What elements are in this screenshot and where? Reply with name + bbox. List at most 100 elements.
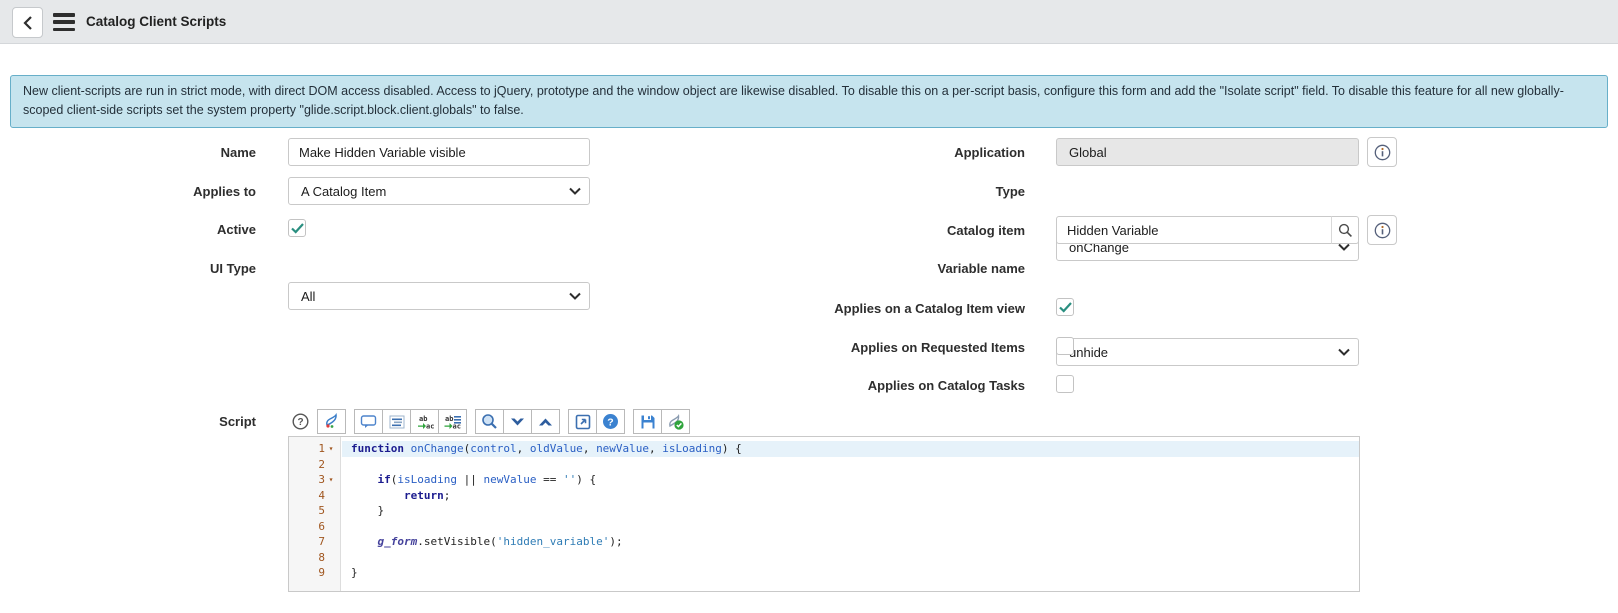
code-token: ||	[463, 473, 477, 486]
editor-code[interactable]: function onChange(control, oldValue, new…	[342, 437, 1359, 591]
code-token: ''	[562, 473, 577, 486]
code-line[interactable]	[342, 519, 1359, 535]
applies-to-select[interactable]: A Catalog Item	[288, 177, 590, 205]
context-menu-icon[interactable]	[53, 13, 75, 31]
chevron-left-icon	[22, 15, 32, 30]
popout-icon	[575, 414, 590, 429]
applies-catalog-item-view-checkbox[interactable]	[1056, 298, 1074, 316]
script-label: Script	[219, 414, 256, 429]
gutter-line[interactable]: 3 ▾	[289, 472, 340, 488]
catalog-item-lookup-button[interactable]	[1331, 216, 1359, 244]
name-input[interactable]	[288, 138, 590, 166]
toggle-comment-button[interactable]	[354, 409, 383, 434]
application-info-button[interactable]	[1367, 137, 1397, 167]
code-token: ) {	[576, 473, 597, 486]
variable-name-label: Variable name	[937, 261, 1025, 276]
code-token: isLoading	[662, 442, 722, 455]
info-icon	[1374, 144, 1390, 160]
code-line[interactable]: }	[342, 503, 1359, 519]
syntax-editor-icon	[326, 413, 337, 428]
code-token: ;	[443, 488, 451, 502]
applies-catalog-tasks-checkbox[interactable]	[1056, 375, 1074, 393]
code-line[interactable]: }	[342, 565, 1359, 581]
code-line[interactable]: if(isLoading || newValue == '') {	[342, 472, 1359, 488]
catalog-client-script-form: Catalog Client Scripts New client-script…	[0, 0, 1618, 613]
applies-to-value: A Catalog Item	[301, 183, 387, 199]
gutter-line[interactable]: 2	[289, 457, 340, 473]
expand-editor-button[interactable]	[568, 409, 597, 434]
toggle-syntax-editor-button[interactable]	[317, 409, 346, 434]
gutter-line[interactable]: 1 ▾	[289, 441, 340, 457]
code-line[interactable]: return;	[342, 488, 1359, 504]
code-token: onChange	[410, 442, 464, 455]
script-code-editor[interactable]: 1 ▾ 2 3 ▾ 4 5 6 7 8 9 function onChange(control, o…	[288, 436, 1360, 592]
code-token: 'hidden_variable'	[496, 535, 610, 548]
gutter-line[interactable]: 9	[289, 565, 340, 581]
page-title: Catalog Client Scripts	[86, 14, 227, 29]
help-circle-icon: ?	[603, 414, 618, 429]
applies-to-label: Applies to	[193, 184, 256, 199]
find-next-button[interactable]	[503, 409, 532, 434]
find-previous-button[interactable]	[531, 409, 560, 434]
script-help-icon[interactable]: ?	[288, 413, 312, 430]
save-floppy-icon	[641, 415, 654, 428]
active-label: Active	[216, 222, 256, 237]
applies-requested-items-checkbox[interactable]	[1056, 337, 1074, 355]
gutter-line[interactable]: 7	[289, 534, 340, 550]
search-button[interactable]	[475, 409, 504, 434]
code-token: isLoading	[397, 473, 457, 486]
strict-mode-info-banner: New client-scripts are run in strict mod…	[10, 75, 1608, 128]
replace-all-button[interactable]: ab ac	[438, 409, 467, 434]
gutter-line[interactable]: 6	[289, 519, 340, 535]
code-line[interactable]: g_form.setVisible('hidden_variable');	[342, 534, 1359, 550]
chevron-down-bold-icon	[511, 418, 524, 425]
application-field: Global	[1056, 138, 1359, 166]
fold-marker-icon[interactable]: ▾	[325, 441, 337, 457]
fold-marker-icon[interactable]: ▾	[325, 472, 337, 488]
editor-gutter: 1 ▾ 2 3 ▾ 4 5 6 7 8 9	[289, 437, 341, 591]
chevron-up-bold-icon	[539, 418, 552, 425]
applies-catalog-tasks-label: Applies on Catalog Tasks	[867, 378, 1025, 393]
catalog-item-info-button[interactable]	[1367, 215, 1397, 245]
code-token: ==	[543, 473, 557, 486]
svg-text:?: ?	[297, 417, 303, 428]
syntax-check-button[interactable]	[661, 409, 690, 434]
gutter-line[interactable]: 5	[289, 503, 340, 519]
code-line[interactable]	[342, 550, 1359, 566]
code-line[interactable]: function onChange(control, oldValue, new…	[342, 441, 1359, 457]
replace-icon: abac	[417, 415, 434, 430]
save-button[interactable]	[633, 409, 662, 434]
replace-all-icon: abac	[444, 415, 461, 430]
script-editor-toolbar: ? ab ac ab ac ?	[288, 408, 698, 435]
format-lines-icon	[389, 415, 404, 428]
check-icon	[290, 222, 304, 234]
code-token: .setVisible(	[417, 535, 497, 548]
code-line[interactable]	[342, 457, 1359, 473]
code-token: oldValue	[529, 442, 583, 455]
comment-bubble-icon	[360, 415, 377, 428]
editor-help-button[interactable]: ?	[596, 409, 625, 434]
code-token: }	[351, 504, 385, 517]
svg-text:?: ?	[607, 416, 613, 428]
code-token: ,	[516, 442, 530, 455]
script-check-icon	[668, 414, 684, 430]
gutter-line[interactable]: 8	[289, 550, 340, 566]
page-header: Catalog Client Scripts	[0, 0, 1618, 44]
replace-button[interactable]: ab ac	[410, 409, 439, 434]
ui-type-select[interactable]: All	[288, 282, 590, 310]
catalog-item-input[interactable]	[1056, 216, 1332, 244]
variable-name-select[interactable]: unhide	[1056, 338, 1359, 366]
code-token: if	[377, 473, 391, 486]
back-button[interactable]	[12, 7, 43, 38]
code-token: ) {	[721, 442, 742, 455]
chevron-down-icon	[1338, 243, 1350, 251]
format-code-button[interactable]	[382, 409, 411, 434]
applies-requested-items-label: Applies on Requested Items	[850, 340, 1025, 355]
active-checkbox[interactable]	[288, 219, 306, 237]
gutter-line[interactable]: 4	[289, 488, 340, 504]
catalog-item-label: Catalog item	[946, 223, 1025, 238]
